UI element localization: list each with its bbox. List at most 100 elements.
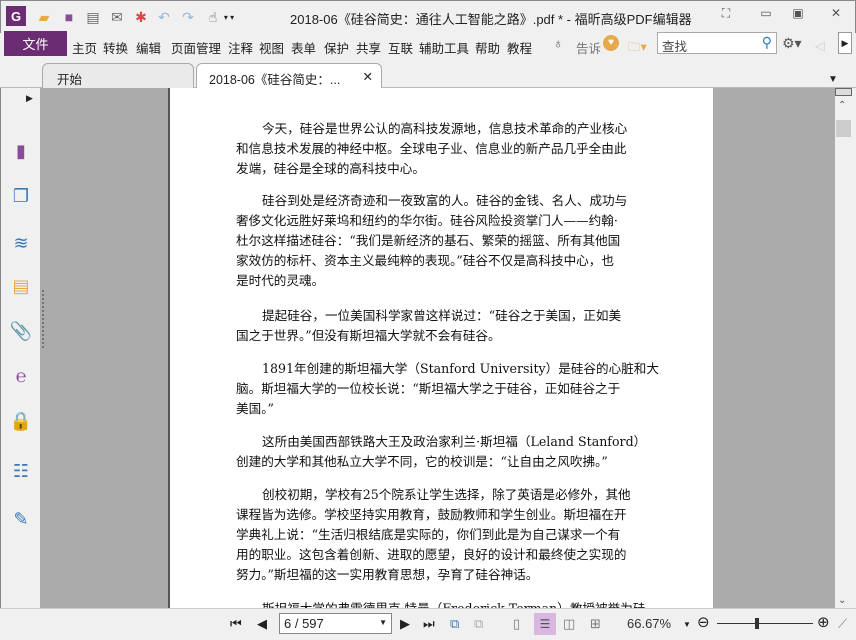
app-logo-icon: G bbox=[6, 6, 26, 26]
text-line: 斯坦福大学的弗雷德里克·特曼（Frederick Terman）教授被誉为硅 bbox=[236, 599, 656, 608]
menu-comment[interactable]: 注释 bbox=[228, 38, 253, 57]
redo-icon[interactable]: ↷ bbox=[179, 8, 197, 26]
menu-convert[interactable]: 转换 bbox=[103, 38, 128, 57]
text-line: 美国。” bbox=[236, 401, 274, 416]
zoom-slider-thumb[interactable] bbox=[754, 618, 759, 629]
close-button[interactable]: ✕ bbox=[826, 6, 846, 22]
single-page-view-icon[interactable]: ▯ bbox=[513, 616, 520, 632]
next-page-button[interactable]: ▶ bbox=[400, 616, 410, 632]
undo-icon[interactable]: ↶ bbox=[155, 8, 173, 26]
expand-panel-icon[interactable]: ▶ bbox=[26, 93, 33, 104]
search-placeholder: 查找 bbox=[662, 40, 688, 54]
resize-grip-icon[interactable]: ⟋ bbox=[838, 616, 847, 632]
security-lock-icon[interactable]: 🔒 bbox=[8, 408, 34, 434]
text-line: 杜尔这样描述硅谷：“我们是新经济的基石、繁荣的摇篮、所有其他国 bbox=[236, 233, 621, 248]
settings-gear-icon[interactable]: ⚙▾ bbox=[782, 35, 802, 52]
menu-connect[interactable]: 互联 bbox=[388, 38, 413, 57]
split-handle[interactable] bbox=[835, 88, 852, 96]
layers-icon[interactable]: ≋ bbox=[8, 230, 34, 256]
print-icon[interactable]: ▤ bbox=[84, 8, 102, 26]
form-fields-icon[interactable]: ☷ bbox=[8, 458, 34, 484]
menu-form[interactable]: 表单 bbox=[291, 38, 316, 57]
facing-view-icon[interactable]: ◫ bbox=[563, 616, 575, 632]
search-icon[interactable]: ⚲ bbox=[762, 34, 772, 51]
certify-icon[interactable]: ✎ bbox=[8, 506, 34, 532]
fullscreen-icon[interactable]: ⛶ bbox=[716, 6, 736, 22]
menu-home[interactable]: 主页 bbox=[72, 38, 97, 57]
window-title: 2018-06《硅谷简史：通往人工智能之路》.pdf * - 福昕高级PDF编辑… bbox=[290, 12, 692, 27]
heart-icon[interactable]: ♥ bbox=[603, 35, 619, 51]
zoom-in-button[interactable]: ⊕ bbox=[817, 613, 830, 631]
last-page-button[interactable]: ⏭ bbox=[423, 616, 435, 632]
ribbon-scroll-left-icon[interactable]: ◁ bbox=[815, 38, 825, 53]
text-line: 今天，硅谷是世界公认的高科技发源地，信息技术革命的产业核心 bbox=[262, 121, 628, 136]
text-line: 这所由美国西部铁路大王及政治家利兰·斯坦福（Leland Stanford） bbox=[262, 434, 647, 449]
previous-view-icon[interactable]: ⧉ bbox=[450, 616, 459, 632]
zoom-dropdown-icon[interactable]: ▼ bbox=[683, 620, 691, 629]
zoom-level[interactable]: 66.67% bbox=[627, 616, 671, 631]
minimize-button[interactable]: ▭ bbox=[756, 6, 776, 22]
scroll-thumb[interactable] bbox=[836, 120, 851, 137]
first-page-button[interactable]: ⏮ bbox=[230, 616, 242, 632]
menu-share[interactable]: 共享 bbox=[356, 38, 381, 57]
menu-edit[interactable]: 编辑 bbox=[136, 38, 161, 57]
sidebar-resize-handle[interactable] bbox=[42, 290, 45, 348]
text-line: 家效仿的标杆、资本主义最纯粹的表现。”硅谷不仅是高科技中心，也 bbox=[236, 253, 614, 268]
menu-accessibility[interactable]: 辅助工具 bbox=[419, 38, 469, 57]
search-input[interactable]: 查找 ⚲ bbox=[657, 32, 777, 54]
text-line: 奢侈文化远胜好莱坞和纽约的华尔街。硅谷风险投资掌门人——约翰· bbox=[236, 213, 618, 228]
folder-search-icon[interactable]: 🗀▾ bbox=[628, 38, 647, 59]
tab-label: 2018-06《硅谷简史：... bbox=[209, 73, 341, 87]
text-line: 用的职业。这包含着创新、进取的愿望，良好的设计和最终使之实现的 bbox=[236, 547, 627, 562]
open-folder-icon[interactable]: ▰ bbox=[35, 8, 53, 26]
text-line: 创建的大学和其他私立大学不同，它的校训是：“让自由之风吹拂。” bbox=[236, 454, 608, 469]
email-icon[interactable]: ✉ bbox=[108, 8, 126, 26]
comments-icon[interactable]: ▤ bbox=[8, 273, 34, 299]
customize-dropdown-icon[interactable]: ▾ ▾ bbox=[220, 8, 238, 26]
paragraph: 这所由美国西部铁路大王及政治家利兰·斯坦福（Leland Stanford） 创建… bbox=[236, 432, 656, 472]
menu-view[interactable]: 视图 bbox=[259, 38, 284, 57]
paragraph: 今天，硅谷是世界公认的高科技发源地，信息技术革命的产业核心和信息技术发展的神经中… bbox=[236, 119, 656, 179]
new-document-icon[interactable]: ✱ bbox=[132, 8, 150, 26]
ribbon-scroll-right-button[interactable]: ▶ bbox=[838, 32, 852, 54]
continuous-page-view-icon[interactable]: ☰ bbox=[534, 613, 556, 635]
page-number-input[interactable]: 6 / 597 ▼ bbox=[279, 613, 392, 634]
next-view-icon[interactable]: ⧉ bbox=[474, 616, 483, 632]
tab-list-dropdown-icon[interactable]: ▼ bbox=[828, 74, 838, 85]
text-line: 提起硅谷，一位美国科学家曾这样说过：“硅谷之于美国，正如美 bbox=[262, 308, 622, 323]
attachments-icon[interactable]: 📎 bbox=[8, 318, 34, 344]
signatures-icon[interactable]: ℮ bbox=[8, 363, 34, 389]
tab-start[interactable]: 开始 bbox=[42, 63, 194, 88]
scroll-down-icon[interactable]: ⌄ bbox=[838, 595, 846, 606]
pdf-page[interactable]: 今天，硅谷是世界公认的高科技发源地，信息技术革命的产业核心和信息技术发展的神经中… bbox=[168, 88, 713, 608]
menu-tutorial[interactable]: 教程 bbox=[507, 38, 532, 57]
tab-label: 开始 bbox=[57, 73, 83, 87]
paragraph: 创校初期，学校有25个院系让学生选择，除了英语是必修外，其他课程皆为选修。学校坚… bbox=[236, 485, 656, 585]
paragraph: 硅谷到处是经济奇迹和一夜致富的人。硅谷的金钱、名人、成功与奢侈文化远胜好莱坞和纽… bbox=[236, 191, 656, 291]
text-line: 发端，硅谷是全球的高科技中心。 bbox=[236, 161, 425, 176]
save-icon[interactable]: ■ bbox=[60, 8, 78, 26]
text-line: 和信息技术发展的神经中枢。全球电子业、信息业的新产品几乎全由此 bbox=[236, 141, 627, 156]
tab-document[interactable]: 2018-06《硅谷简史：... ✕ bbox=[196, 63, 382, 88]
file-menu-button[interactable]: 文件 bbox=[4, 31, 67, 56]
menu-help[interactable]: 帮助 bbox=[475, 38, 500, 57]
vertical-scrollbar[interactable]: ⌃ ⌄ bbox=[835, 88, 852, 608]
bookmarks-icon[interactable]: ▮ bbox=[8, 138, 34, 164]
text-line: 课程皆为选修。学校坚持实用教育，鼓励教师和学生创业。斯坦福在开 bbox=[236, 507, 627, 522]
text-line: 硅谷到处是经济奇迹和一夜致富的人。硅谷的金钱、名人、成功与 bbox=[262, 193, 628, 208]
scroll-up-icon[interactable]: ⌃ bbox=[838, 100, 846, 111]
menu-page-management[interactable]: 页面管理 bbox=[171, 38, 221, 57]
continuous-facing-view-icon[interactable]: ⊞ bbox=[590, 616, 601, 632]
menu-protect[interactable]: 保护 bbox=[324, 38, 349, 57]
close-tab-icon[interactable]: ✕ bbox=[363, 69, 373, 84]
text-line: 创校初期，学校有25个院系让学生选择，除了英语是必修外，其他 bbox=[262, 487, 631, 502]
zoom-out-button[interactable]: ⊖ bbox=[697, 613, 710, 631]
tell-me-label[interactable]: 告诉 bbox=[576, 38, 601, 57]
text-line: 国之于世界。”但没有斯坦福大学就不会有硅谷。 bbox=[236, 328, 501, 343]
paragraph: 斯坦福大学的弗雷德里克·特曼（Frederick Terman）教授被誉为硅 bbox=[236, 599, 656, 608]
pages-thumbnails-icon[interactable]: ❐ bbox=[8, 183, 34, 209]
maximize-button[interactable]: ▣ bbox=[788, 6, 808, 22]
zoom-slider[interactable] bbox=[717, 623, 813, 624]
previous-page-button[interactable]: ◀ bbox=[257, 616, 267, 632]
lightbulb-icon[interactable]: ♁ bbox=[553, 35, 564, 51]
